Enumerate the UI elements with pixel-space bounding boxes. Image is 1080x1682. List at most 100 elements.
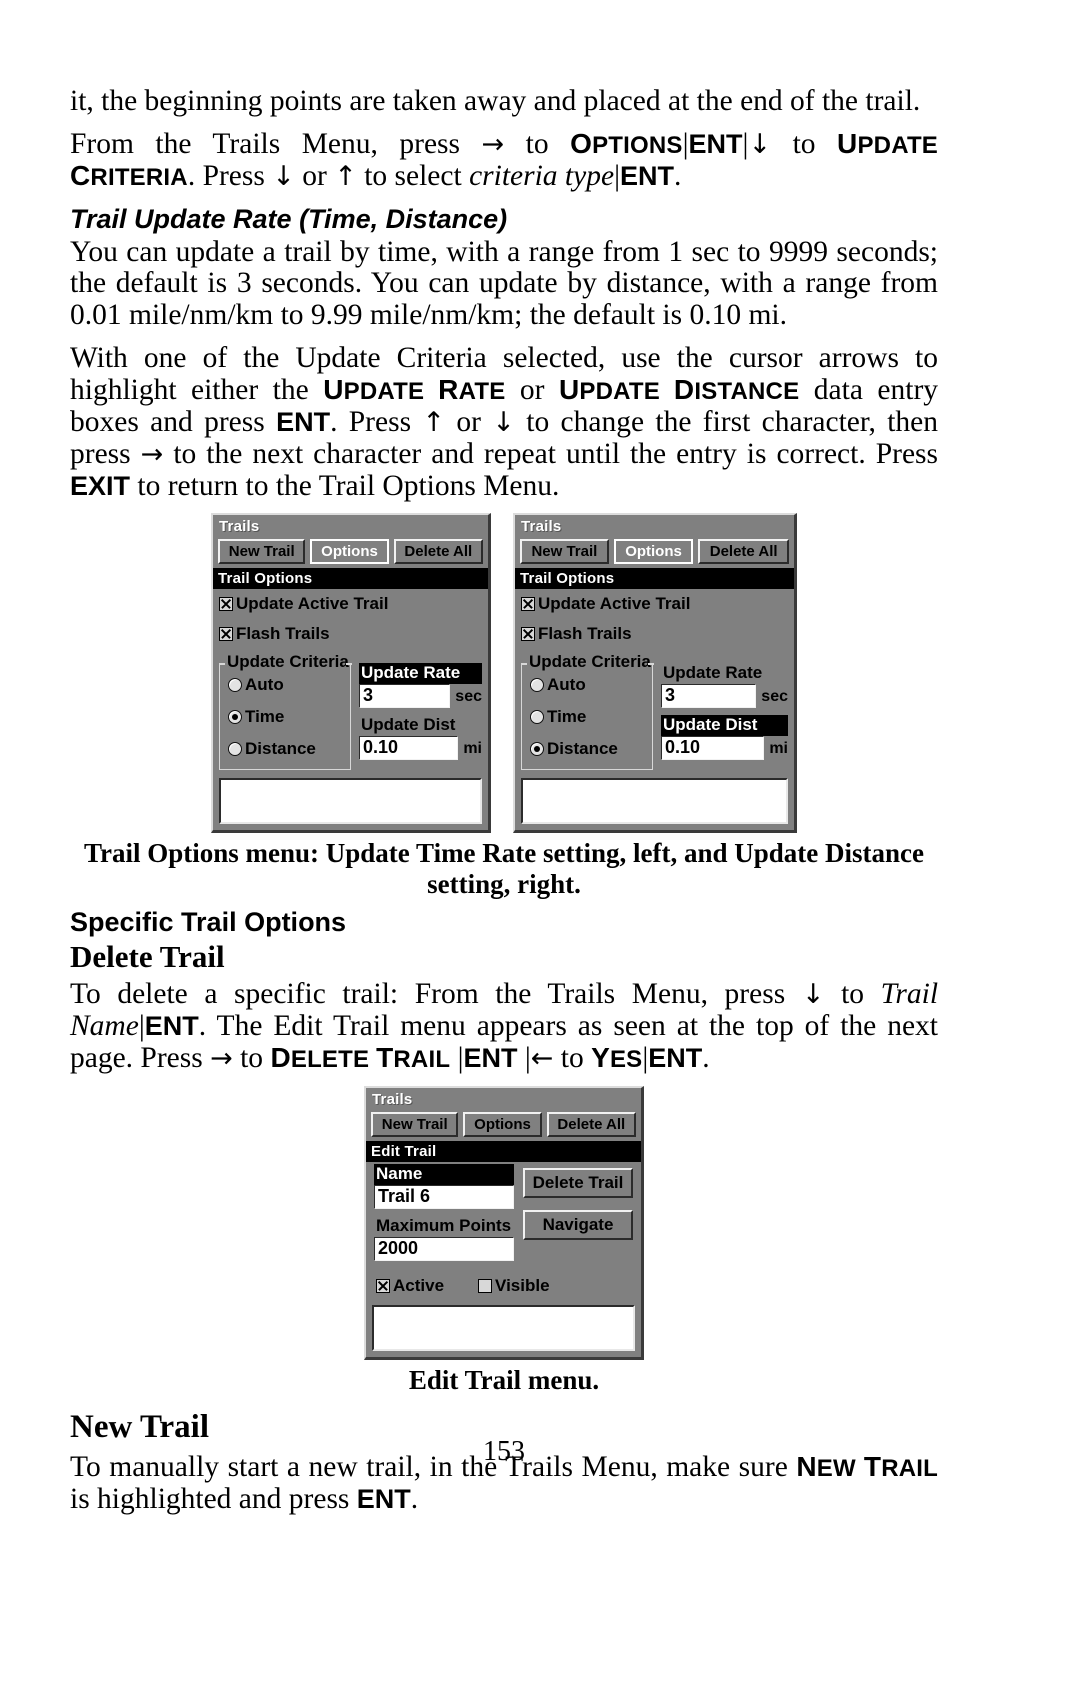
unit-mi: mi	[463, 740, 482, 758]
label-update-rate: Update Rate	[359, 663, 482, 685]
radio-time[interactable]: Time	[228, 707, 342, 727]
paragraph-delete-trail: To delete a specific trail: From the Tra…	[70, 978, 939, 1075]
keyword-options: OPTIONS	[570, 127, 683, 159]
p4-text-c: . Press	[330, 405, 412, 438]
message-box	[372, 1304, 635, 1351]
key-ent: ENT	[648, 1043, 703, 1074]
page-number: 153	[483, 1436, 525, 1467]
criteria-type-italic: criteria type	[469, 159, 615, 192]
update-criteria-section: Update Criteria Auto Time Distance Updat…	[520, 652, 788, 771]
right-arrow-icon: →	[210, 1043, 233, 1075]
checkbox-active[interactable]: Active	[376, 1276, 444, 1296]
label-update-rate: Update Rate	[663, 663, 763, 683]
checkbox-flash-trails[interactable]: Flash Trails	[219, 624, 482, 644]
tab-delete-all[interactable]: Delete All	[393, 539, 483, 565]
radio-label: Distance	[245, 739, 316, 759]
fields-column: Update Rate 3 sec Update Dist 0.10 mi	[359, 654, 482, 767]
radio-label: Time	[547, 707, 587, 727]
down-arrow-icon: ↓	[272, 160, 295, 192]
p5-text-a: To delete a specific trail: From the Tra…	[70, 978, 786, 1011]
checkbox-checked-icon	[219, 597, 233, 612]
tab-new-trail[interactable]: New Trail	[520, 539, 609, 565]
radio-distance[interactable]: Distance	[530, 739, 644, 759]
gps-screen-edit-trail: Trails New Trail Options Delete All Edit…	[364, 1086, 644, 1360]
tab-delete-all[interactable]: Delete All	[698, 539, 790, 565]
key-exit: EXIT	[70, 470, 131, 501]
tab-options[interactable]: Options	[613, 539, 694, 565]
paragraph-data-entry: With one of the Update Criteria selected…	[70, 342, 938, 502]
group-label: Update Criteria	[528, 652, 652, 673]
checkbox-update-active-trail[interactable]: Update Active Trail	[219, 594, 482, 614]
key-ent: ENT	[276, 406, 331, 437]
update-criteria-group: Update Criteria Auto Time Distance	[520, 652, 654, 771]
key-ent: ENT	[619, 160, 674, 191]
label-update-dist: Update Dist	[661, 715, 788, 737]
radio-on-icon	[228, 710, 242, 725]
tab-new-trail[interactable]: New Trail	[218, 539, 306, 565]
paragraph-trails-menu: From the Trails Menu, press → to OPTIONS…	[70, 127, 939, 192]
checkbox-flash-trails[interactable]: Flash Trails	[521, 624, 788, 644]
checkbox-checked-icon	[219, 627, 233, 642]
checkbox-label: Visible	[495, 1275, 550, 1295]
input-update-rate[interactable]: 3	[359, 684, 451, 709]
unit-sec: sec	[761, 688, 788, 706]
up-arrow-icon: ↑	[422, 406, 446, 438]
radio-label: Time	[245, 707, 285, 727]
panel-body: Name Trail 6 Maximum Points 2000 Delete …	[366, 1162, 641, 1270]
input-update-dist[interactable]: 0.10	[359, 736, 459, 761]
tab-bar: New Trail Options Delete All	[366, 1110, 641, 1141]
radio-distance[interactable]: Distance	[228, 739, 342, 759]
document-page: it, the beginning points are taken away …	[70, 0, 938, 1682]
tab-bar: New Trail Options Delete All	[213, 537, 488, 568]
label-name: Name	[374, 1164, 514, 1186]
p5-text-b: to	[841, 978, 865, 1011]
message-box	[521, 778, 788, 825]
radio-off-icon	[228, 678, 242, 693]
unit-sec: sec	[455, 688, 482, 706]
tab-new-trail[interactable]: New Trail	[371, 1112, 459, 1138]
radio-on-icon	[530, 742, 544, 757]
update-criteria-group: Update Criteria Auto Time Distance	[218, 652, 352, 771]
down-arrow-icon: ↓	[492, 406, 515, 438]
label-update-dist: Update Dist	[361, 715, 456, 735]
tab-options[interactable]: Options	[463, 1112, 542, 1138]
checkbox-checked-icon	[376, 1278, 390, 1293]
radio-off-icon	[228, 742, 242, 757]
group-label: Update Criteria	[226, 652, 350, 673]
paragraph-intro: it, the beginning points are taken away …	[70, 85, 921, 117]
input-maximum-points[interactable]: 2000	[374, 1236, 514, 1261]
update-criteria-section: Update Criteria Auto Time Distance Updat…	[218, 652, 482, 771]
checkbox-unchecked-icon	[478, 1278, 493, 1293]
input-update-rate[interactable]: 3	[661, 684, 757, 709]
navigate-button[interactable]: Navigate	[523, 1210, 633, 1241]
update-rate-line: 3 sec	[359, 684, 482, 715]
left-arrow-icon: ←	[530, 1043, 554, 1075]
edit-fields-column: Name Trail 6 Maximum Points 2000	[374, 1162, 514, 1268]
input-trail-name[interactable]: Trail 6	[374, 1185, 514, 1209]
heading-delete-trail: Delete Trail	[70, 939, 225, 975]
p2-text-b: to	[525, 127, 549, 160]
radio-auto[interactable]: Auto	[530, 675, 644, 695]
figure-trail-options: Trails New Trail Options Delete All Trai…	[70, 513, 938, 834]
update-rate-line: 3 sec	[661, 684, 788, 715]
caption-figure-1: Trail Options menu: Update Time Rate set…	[84, 838, 924, 899]
radio-auto[interactable]: Auto	[228, 675, 342, 695]
keyword-update-rate: UPDATE RATE	[323, 374, 506, 406]
up-arrow-icon: ↑	[334, 160, 357, 192]
key-ent: ENT	[144, 1011, 199, 1042]
checkbox-label: Flash Trails	[538, 624, 632, 644]
tab-bar: New Trail Options Delete All	[515, 537, 794, 568]
radio-time[interactable]: Time	[530, 707, 644, 727]
delete-trail-button[interactable]: Delete Trail	[523, 1168, 633, 1199]
input-update-dist[interactable]: 0.10	[661, 736, 765, 761]
keyword-yes: YES	[591, 1042, 643, 1074]
radio-label: Distance	[547, 739, 618, 759]
key-ent: ENT	[688, 128, 743, 159]
tab-options[interactable]: Options	[310, 539, 389, 565]
panel-body: Update Active Trail Flash Trails Update …	[515, 589, 794, 774]
checkbox-visible[interactable]: Visible	[478, 1276, 550, 1296]
checkbox-update-active-trail[interactable]: Update Active Trail	[521, 594, 788, 614]
p2-text-e: or	[302, 159, 327, 192]
heading-trail-update-rate: Trail Update Rate (Time, Distance)	[70, 203, 508, 234]
tab-delete-all[interactable]: Delete All	[546, 1112, 636, 1138]
